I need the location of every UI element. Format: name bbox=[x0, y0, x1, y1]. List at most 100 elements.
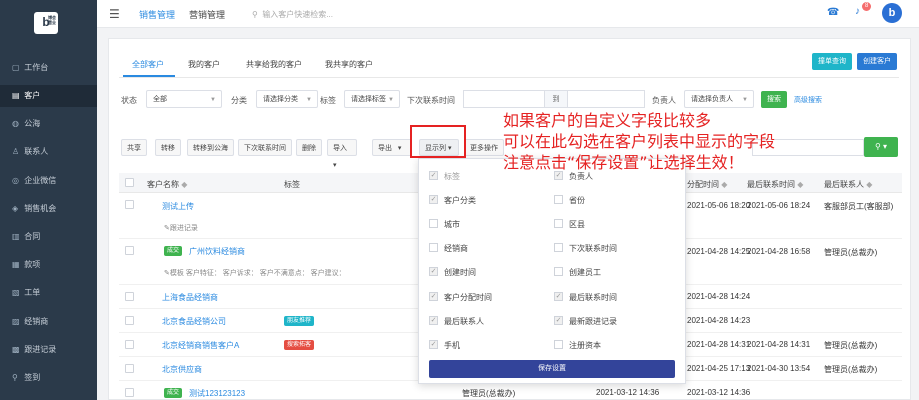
row-checkbox[interactable] bbox=[125, 364, 134, 373]
customer-name-link[interactable]: 测试123123123 bbox=[189, 388, 245, 399]
checkbox[interactable] bbox=[429, 243, 438, 253]
column-option-dealer[interactable]: 经销商 bbox=[429, 243, 468, 254]
column-option-created-by[interactable]: 创建员工 bbox=[554, 267, 601, 278]
row-checkbox[interactable] bbox=[125, 246, 134, 255]
followup-template[interactable]: ✎模板 客户特征： 客户诉求： 客户不满意点： 客户建议： bbox=[164, 268, 346, 278]
customer-name-link[interactable]: 上海食品经销商 bbox=[162, 292, 218, 303]
save-settings-button[interactable]: 保存设置 bbox=[429, 360, 675, 378]
checkbox[interactable] bbox=[429, 219, 438, 229]
column-option-category[interactable]: ✓ 客户分类 bbox=[429, 195, 476, 206]
row-checkbox[interactable] bbox=[125, 200, 134, 209]
import-button[interactable]: 导入 ▾ bbox=[327, 139, 357, 169]
row-checkbox[interactable] bbox=[125, 292, 134, 301]
checkbox[interactable]: ✓ bbox=[429, 340, 438, 350]
sidebar-item-checkin[interactable]: ⚲ 签到 bbox=[0, 367, 97, 389]
row-checkbox[interactable] bbox=[125, 388, 134, 397]
sidebar-item-public-pool[interactable]: ◍ 公海 bbox=[0, 113, 97, 135]
row-checkbox[interactable] bbox=[125, 316, 134, 325]
sidebar-item-followups[interactable]: ▩ 跟进记录 bbox=[0, 339, 97, 361]
checkbox[interactable]: ✓ bbox=[429, 267, 438, 277]
sidebar-item-wecom[interactable]: ◎ 企业微信 bbox=[0, 170, 97, 192]
sidebar-item-opportunities[interactable]: ◈ 销售机会 bbox=[0, 198, 97, 220]
customer-name-link[interactable]: 北京经销商销售客户A bbox=[162, 340, 239, 351]
column-option-last-contact-time[interactable]: ✓ 最后联系时间 bbox=[554, 292, 617, 303]
row-checkbox[interactable] bbox=[125, 340, 134, 349]
sidebar-item-contacts[interactable]: ♙ 联系人 bbox=[0, 141, 97, 163]
checkbox[interactable]: ✓ bbox=[429, 171, 438, 181]
column-option-created-time[interactable]: ✓ 创建时间 bbox=[429, 267, 476, 278]
phone-icon[interactable]: ☎ bbox=[827, 7, 839, 18]
transfer-to-pool-button[interactable]: 转移到公海 bbox=[187, 139, 234, 156]
tab-marketing-management[interactable]: 营销管理 bbox=[189, 8, 225, 21]
delete-button[interactable]: 删除 bbox=[296, 139, 322, 156]
checkbox[interactable] bbox=[554, 267, 563, 277]
table-row[interactable]: 成交 测试123123123 管理员(总裁办) 2021-03-12 14:36… bbox=[119, 383, 902, 400]
customer-name-link[interactable]: 北京供应商 bbox=[162, 364, 202, 375]
search-button[interactable]: 搜索 bbox=[761, 91, 787, 108]
select-all-checkbox[interactable] bbox=[125, 178, 134, 187]
checkbox[interactable] bbox=[554, 243, 563, 253]
sidebar-item-tickets[interactable]: ▧ 工单 bbox=[0, 282, 97, 304]
sidebar-item-payments[interactable]: ▦ 款项 bbox=[0, 254, 97, 276]
sidebar-item-workbench[interactable]: ▢ 工作台 bbox=[0, 57, 97, 79]
column-option-next-contact[interactable]: 下次联系时间 bbox=[554, 243, 617, 254]
top-bar: ☰ 销售管理 营销管理 ⚲ 输入客户快速检索... ☎ ♪ 8 b bbox=[97, 0, 919, 28]
column-customer-name[interactable]: 客户名称 ◆ bbox=[147, 179, 187, 190]
checkbox[interactable]: ✓ bbox=[429, 195, 438, 205]
menu-toggle-icon[interactable]: ☰ bbox=[109, 7, 120, 21]
tab-divider bbox=[119, 77, 899, 78]
checkbox[interactable] bbox=[554, 219, 563, 229]
customer-name-link[interactable]: 测试上传 bbox=[162, 201, 194, 212]
tab-my-customers[interactable]: 我的客户 bbox=[188, 59, 220, 70]
column-option-mobile[interactable]: ✓ 手机 bbox=[429, 340, 460, 351]
column-option-tag[interactable]: ✓ 标签 bbox=[429, 171, 460, 182]
global-search-input[interactable]: ⚲ 输入客户快速检索... bbox=[252, 9, 333, 20]
bell-icon[interactable]: ♪ bbox=[855, 6, 860, 17]
column-assigned-time[interactable]: 分配时间 ◆ bbox=[687, 179, 727, 190]
sidebar-item-customers[interactable]: ▤ 客户 bbox=[0, 85, 97, 107]
checkbox[interactable]: ✓ bbox=[429, 292, 438, 302]
next-contact-end-input[interactable] bbox=[567, 90, 645, 108]
transfer-button[interactable]: 转移 bbox=[155, 139, 181, 156]
column-option-registered-capital[interactable]: 注册资本 bbox=[554, 340, 601, 351]
category-select[interactable]: 请选择分类 ▼ bbox=[256, 90, 318, 108]
owner-select[interactable]: 请选择负责人 ▼ bbox=[684, 90, 754, 108]
more-actions-button[interactable]: 更多操作 ▾ bbox=[464, 139, 504, 169]
column-option-assigned-time[interactable]: ✓ 客户分配时间 bbox=[429, 292, 492, 303]
last-contact-time: 2021-04-30 13:54 bbox=[747, 364, 811, 373]
sidebar-item-dealers[interactable]: ▨ 经销商 bbox=[0, 311, 97, 333]
next-contact-button[interactable]: 下次联系时间 bbox=[238, 139, 292, 156]
column-last-contact-person[interactable]: 最后联系人 ◆ bbox=[824, 179, 872, 190]
column-option-district[interactable]: 区县 bbox=[554, 219, 585, 230]
chevron-down-icon: ▾ bbox=[883, 142, 888, 151]
checkbox[interactable]: ✓ bbox=[554, 316, 563, 326]
customer-name-link[interactable]: 北京食品经销公司 bbox=[162, 316, 226, 327]
export-button[interactable]: 导出 ▾ bbox=[372, 139, 412, 156]
tab-shared-by-me[interactable]: 我共享的客户 bbox=[325, 59, 373, 70]
tab-sales-management[interactable]: 销售管理 bbox=[139, 8, 175, 21]
column-option-last-contact-person[interactable]: ✓ 最后联系人 bbox=[429, 316, 484, 327]
column-last-contact-time[interactable]: 最后联系时间 ◆ bbox=[747, 179, 803, 190]
advanced-search-link[interactable]: 高级搜索 bbox=[794, 95, 822, 105]
column-option-city[interactable]: 城市 bbox=[429, 219, 460, 230]
app-logo[interactable]: b 博会营业 bbox=[34, 12, 58, 34]
sidebar-item-contracts[interactable]: ▥ 合同 bbox=[0, 226, 97, 248]
check-duplicate-button[interactable]: 撞单查询 bbox=[812, 53, 852, 70]
checkbox[interactable] bbox=[554, 340, 563, 350]
status-select[interactable]: 全部 ▼ bbox=[146, 90, 222, 108]
share-button[interactable]: 共享 bbox=[121, 139, 147, 156]
checkbox[interactable] bbox=[554, 195, 563, 205]
tab-all-customers[interactable]: 全部客户 bbox=[132, 59, 164, 70]
followup-record[interactable]: ✎跟进记录 bbox=[164, 223, 198, 233]
table-search-button[interactable]: ⚲ ▾ bbox=[864, 137, 898, 157]
avatar[interactable]: b bbox=[882, 3, 902, 23]
create-customer-button[interactable]: 创建客户 bbox=[857, 53, 897, 70]
column-option-province[interactable]: 省份 bbox=[554, 195, 585, 206]
next-contact-start-input[interactable] bbox=[463, 90, 545, 108]
tab-shared-to-me[interactable]: 共享给我的客户 bbox=[246, 59, 302, 70]
column-option-latest-followup[interactable]: ✓ 最新跟进记录 bbox=[554, 316, 617, 327]
checkbox[interactable]: ✓ bbox=[554, 292, 563, 302]
tag-select[interactable]: 请选择标签 ▼ bbox=[344, 90, 400, 108]
customer-name-link[interactable]: 广州饮料经销商 bbox=[189, 246, 245, 257]
checkbox[interactable]: ✓ bbox=[429, 316, 438, 326]
